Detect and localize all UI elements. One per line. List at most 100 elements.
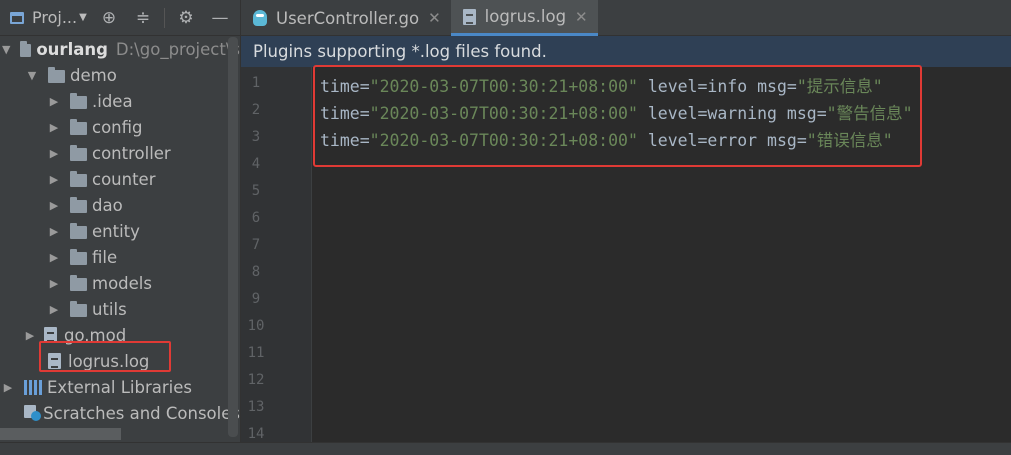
collapsed-arrow-icon[interactable]: ▶ — [48, 95, 60, 108]
project-view-selector[interactable]: Proj... ▼ — [0, 0, 92, 36]
log-string: "2020-03-07T00:30:21+08:00" — [369, 77, 638, 96]
collapsed-arrow-icon[interactable]: ▶ — [48, 121, 60, 134]
tree-item-models[interactable]: ▶ models — [0, 270, 240, 296]
line-number: 3 — [251, 129, 261, 145]
line-number: 12 — [247, 372, 265, 388]
line-number: 6 — [251, 210, 261, 226]
tree-item-demo[interactable]: ▼ demo — [0, 62, 240, 88]
folder-icon — [48, 66, 65, 83]
tree-item-idea[interactable]: ▶ .idea — [0, 88, 240, 114]
banner-text: Plugins supporting *.log files found. — [253, 42, 547, 61]
tree-item-label: entity — [92, 221, 140, 241]
folder-icon — [70, 300, 87, 317]
expanded-arrow-icon[interactable]: ▼ — [26, 69, 38, 82]
tree-item-label: counter — [92, 169, 156, 189]
line-number: 11 — [247, 345, 265, 361]
tree-item-label: controller — [92, 143, 171, 163]
close-icon[interactable]: ✕ — [575, 8, 588, 26]
log-string: "2020-03-07T00:30:21+08:00" — [369, 131, 638, 150]
tab-user-controller[interactable]: UserController.go ✕ — [241, 0, 451, 36]
close-icon[interactable]: ✕ — [428, 9, 441, 27]
tree-item-label: file — [92, 247, 118, 267]
line-number: 5 — [251, 183, 261, 199]
tree-item-label: utils — [92, 299, 127, 319]
code-line-3[interactable]: time="2020-03-07T00:30:21+08:00" level=e… — [320, 127, 893, 151]
log-file-icon — [462, 8, 476, 25]
code-line-2[interactable]: time="2020-03-07T00:30:21+08:00" level=w… — [320, 100, 913, 124]
collapsed-arrow-icon[interactable]: ▶ — [48, 225, 60, 238]
line-number-gutter: 1 2 3 4 5 6 7 8 9 10 11 12 13 14 — [241, 67, 312, 442]
line-number: 9 — [251, 291, 261, 307]
log-key: level=info msg= — [637, 77, 797, 96]
collapsed-arrow-icon[interactable]: ▶ — [48, 277, 60, 290]
tree-vertical-scrollbar[interactable] — [228, 37, 238, 437]
folder-icon — [70, 118, 87, 135]
tree-item-scratches[interactable]: Scratches and Consoles — [0, 400, 240, 426]
tree-item-label: demo — [70, 65, 117, 85]
collapsed-arrow-icon[interactable]: ▶ — [48, 251, 60, 264]
scratches-icon — [24, 405, 42, 421]
folder-icon — [70, 248, 87, 265]
chevron-down-icon: ▼ — [79, 12, 87, 23]
collapsed-arrow-icon[interactable]: ▶ — [48, 199, 60, 212]
collapsed-arrow-icon[interactable]: ▶ — [48, 147, 60, 160]
tree-horizontal-scrollbar[interactable] — [0, 428, 121, 440]
status-bar — [0, 442, 1011, 455]
line-number: 10 — [247, 318, 265, 334]
library-icon — [24, 379, 42, 395]
tree-item-entity[interactable]: ▶ entity — [0, 218, 240, 244]
project-window-icon — [10, 11, 24, 24]
tree-item-utils[interactable]: ▶ utils — [0, 296, 240, 322]
root-label: ourlang — [36, 39, 108, 59]
log-key: level=warning msg= — [637, 104, 827, 123]
log-key: time= — [320, 131, 370, 150]
tree-item-config[interactable]: ▶ config — [0, 114, 240, 140]
tree-item-label: External Libraries — [47, 377, 192, 397]
log-key: time= — [320, 104, 370, 123]
folder-icon — [70, 170, 87, 187]
line-number: 2 — [251, 102, 261, 118]
tree-item-label: dao — [92, 195, 123, 215]
collapsed-arrow-icon[interactable]: ▶ — [2, 381, 14, 394]
code-editor[interactable]: time="2020-03-07T00:30:21+08:00" level=i… — [312, 65, 1011, 442]
collapse-all-icon[interactable]: ≑ — [126, 0, 160, 36]
tree-item-external-libraries[interactable]: ▶ External Libraries — [0, 374, 240, 400]
tree-item-dao[interactable]: ▶ dao — [0, 192, 240, 218]
line-number: 4 — [251, 156, 261, 172]
go-file-icon — [253, 10, 267, 26]
collapsed-arrow-icon[interactable]: ▶ — [48, 303, 60, 316]
tree-item-label: config — [92, 117, 143, 137]
log-key: time= — [320, 77, 370, 96]
tree-item-label: models — [92, 273, 152, 293]
crosshair-icon[interactable]: ⊕ — [92, 0, 126, 36]
tree-item-controller[interactable]: ▶ controller — [0, 140, 240, 166]
project-tool-window: Proj... ▼ ⊕ ≑ ⚙ — ▼ ourlang D:\go_projec… — [0, 0, 241, 455]
code-line-1[interactable]: time="2020-03-07T00:30:21+08:00" level=i… — [320, 73, 883, 97]
folder-icon — [20, 40, 32, 57]
expanded-arrow-icon[interactable]: ▼ — [2, 43, 10, 56]
collapsed-arrow-icon[interactable]: ▶ — [48, 173, 60, 186]
tree-item-file[interactable]: ▶ file — [0, 244, 240, 270]
tree-item-counter[interactable]: ▶ counter — [0, 166, 240, 192]
plugin-suggestion-banner: Plugins supporting *.log files found. — [241, 36, 1011, 67]
tab-logrus-log[interactable]: logrus.log ✕ — [450, 0, 598, 36]
log-string: "错误信息" — [806, 131, 893, 150]
tree-item-root[interactable]: ▼ ourlang D:\go_project\s — [0, 36, 240, 62]
folder-icon — [70, 222, 87, 239]
folder-icon — [70, 196, 87, 213]
line-number: 1 — [251, 75, 261, 91]
tab-label: UserController.go — [276, 8, 420, 28]
toolbar-divider — [164, 7, 165, 28]
logrus-file-highlight — [39, 341, 171, 372]
line-number: 13 — [247, 399, 265, 415]
folder-icon — [70, 92, 87, 109]
log-string: "提示信息" — [796, 77, 883, 96]
root-path: D:\go_project\s — [115, 39, 240, 59]
folder-icon — [70, 144, 87, 161]
tab-label: logrus.log — [484, 7, 567, 26]
collapsed-arrow-icon[interactable]: ▶ — [24, 329, 36, 342]
line-number: 7 — [251, 237, 261, 253]
gear-icon[interactable]: ⚙ — [169, 0, 203, 36]
tree-item-label: .idea — [92, 91, 133, 111]
minimize-icon[interactable]: — — [203, 0, 237, 36]
